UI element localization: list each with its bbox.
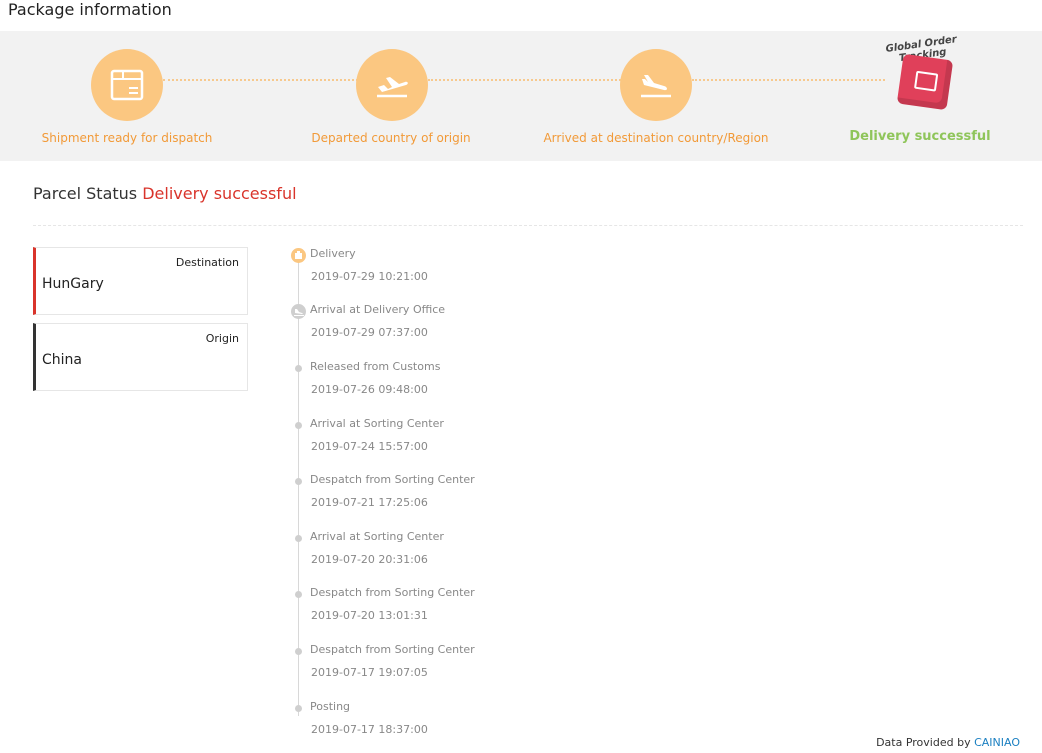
step-label: Delivery successful [849,129,991,144]
timeline-event: Despatch from Sorting Center 2019-07-20 … [290,586,590,627]
timeline-event-time: 2019-07-20 13:01:31 [311,609,428,622]
timeline-event: Despatch from Sorting Center 2019-07-21 … [290,473,590,514]
timeline-event-title: Arrival at Sorting Center [310,417,444,430]
progress-connector [692,79,885,81]
timeline-event: Delivery 2019-07-29 10:21:00 [290,247,590,288]
timeline-dot [295,422,302,429]
destination-name: HunGary [42,276,104,292]
progress-tracker: Shipment ready for dispatch Departed cou… [0,31,1042,161]
timeline-event-time: 2019-07-17 19:07:05 [311,666,428,679]
timeline-event-time: 2019-07-26 09:48:00 [311,383,428,396]
footer-text: Data Provided by [876,736,971,749]
timeline-event: Posting 2019-07-17 18:37:00 [290,700,590,741]
plane-takeoff-icon [356,49,428,121]
parcel-status: Parcel Status Delivery successful [33,184,297,203]
step-label: Arrived at destination country/Region [543,131,769,145]
timeline-dot [295,648,302,655]
destination-card: Destination HunGary [33,247,248,315]
timeline-event-title: Arrival at Sorting Center [310,530,444,543]
divider [33,225,1023,226]
data-provider-footer: Data Provided by CAINIAO [876,736,1020,749]
timeline-event-title: Delivery [310,247,356,260]
timeline-event-time: 2019-07-29 10:21:00 [311,270,428,283]
timeline-dot [295,535,302,542]
timeline-dot [295,591,302,598]
timeline-event-title: Despatch from Sorting Center [310,473,475,486]
timeline-dot [295,365,302,372]
timeline-event-time: 2019-07-20 20:31:06 [311,553,428,566]
cainiao-link[interactable]: CAINIAO [974,736,1020,749]
timeline-dot [295,705,302,712]
timeline-dot [295,478,302,485]
delivery-icon [291,248,306,263]
timeline-event-time: 2019-07-24 15:57:00 [311,440,428,453]
timeline-event-title: Despatch from Sorting Center [310,586,475,599]
timeline-event-title: Released from Customs [310,360,441,373]
progress-connector [428,79,621,81]
timeline-event: Arrival at Delivery Office 2019-07-29 07… [290,303,590,344]
timeline-event: Arrival at Sorting Center 2019-07-20 20:… [290,530,590,571]
timeline-event-title: Despatch from Sorting Center [310,643,475,656]
origin-tag: Origin [205,332,239,345]
step-label: Shipment ready for dispatch [41,131,213,145]
timeline-event-time: 2019-07-17 18:37:00 [311,723,428,736]
timeline-event-time: 2019-07-21 17:25:06 [311,496,428,509]
progress-connector [163,79,358,81]
origin-name: China [42,352,82,368]
plane-landing-icon [620,49,692,121]
parcel-status-value: Delivery successful [142,184,297,203]
timeline-event-time: 2019-07-29 07:37:00 [311,326,428,339]
origin-card: Origin China [33,323,248,391]
page-title: Package information [8,0,172,19]
timeline-event-title: Posting [310,700,351,713]
destination-tag: Destination [175,256,239,269]
step-label: Departed country of origin [311,131,471,145]
global-order-tracking-badge: Global Order Tracking [882,34,962,119]
parcel-status-label: Parcel Status [33,184,138,203]
package-icon [91,49,163,121]
timeline-event: Despatch from Sorting Center 2019-07-17 … [290,643,590,684]
plane-landing-icon [291,304,306,319]
timeline-event: Arrival at Sorting Center 2019-07-24 15:… [290,417,590,458]
timeline-event: Released from Customs 2019-07-26 09:48:0… [290,360,590,401]
parcel-box-icon [896,53,954,111]
timeline-event-title: Arrival at Delivery Office [310,303,446,316]
